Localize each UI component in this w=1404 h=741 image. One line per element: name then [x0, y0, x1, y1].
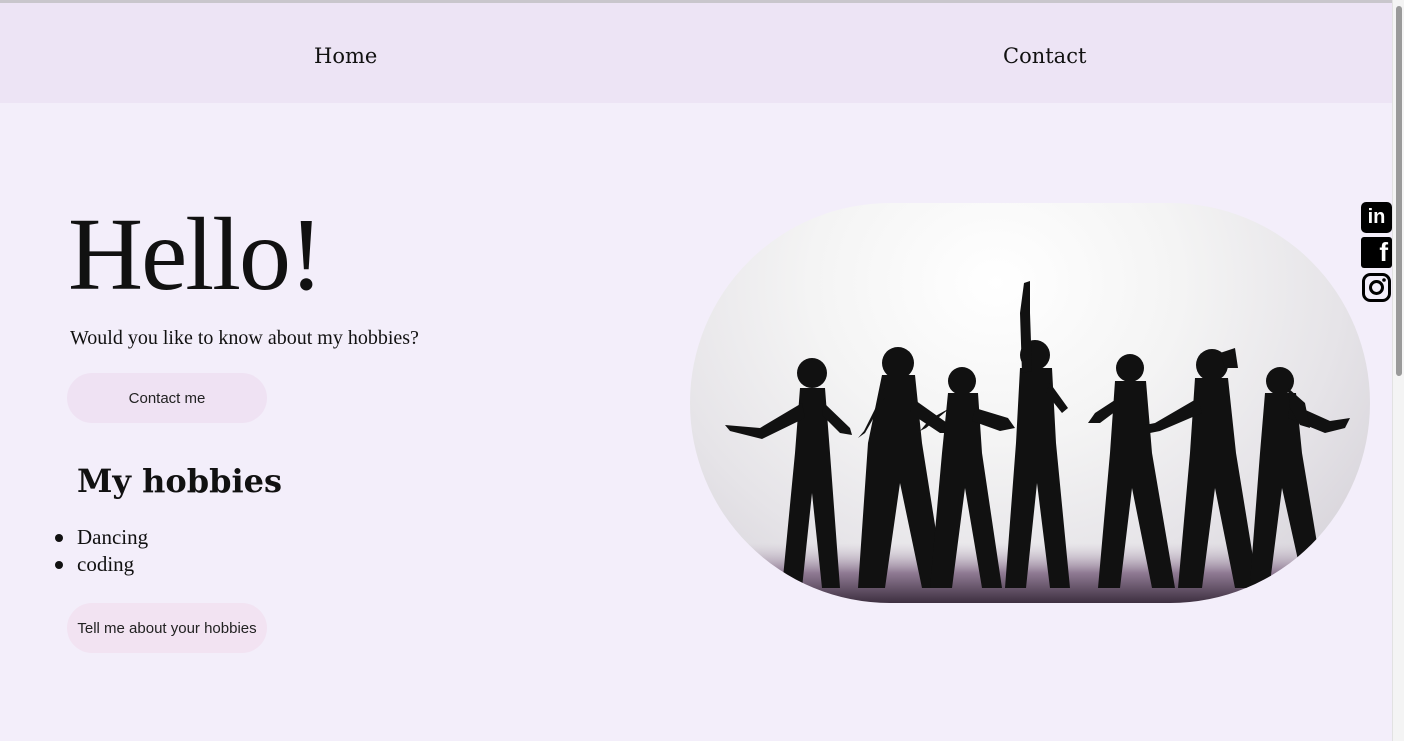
- instagram-glyph-icon: [1362, 273, 1391, 302]
- contact-me-button[interactable]: Contact me: [67, 373, 267, 423]
- instagram-icon[interactable]: [1361, 272, 1392, 303]
- tell-hobbies-button[interactable]: Tell me about your hobbies: [67, 603, 267, 653]
- facebook-icon[interactable]: f: [1361, 237, 1392, 268]
- linkedin-icon[interactable]: in: [1361, 202, 1392, 233]
- dancers-silhouette-icon: [690, 281, 1370, 603]
- hobbies-list: Dancing coding: [54, 524, 149, 578]
- list-item: coding: [54, 551, 148, 578]
- top-navigation: Home Contact: [0, 3, 1392, 103]
- intro-text: Would you like to know about my hobbies?: [70, 327, 419, 349]
- nav-home-link[interactable]: Home: [314, 44, 377, 68]
- page-scrollbar[interactable]: [1392, 0, 1404, 741]
- hero-title: Hello!: [68, 197, 324, 312]
- hobbies-heading: My hobbies: [77, 462, 283, 500]
- nav-contact-link[interactable]: Contact: [1003, 44, 1086, 68]
- scrollbar-thumb[interactable]: [1396, 6, 1402, 376]
- list-item: Dancing: [54, 525, 149, 549]
- dancers-photo: [690, 203, 1370, 603]
